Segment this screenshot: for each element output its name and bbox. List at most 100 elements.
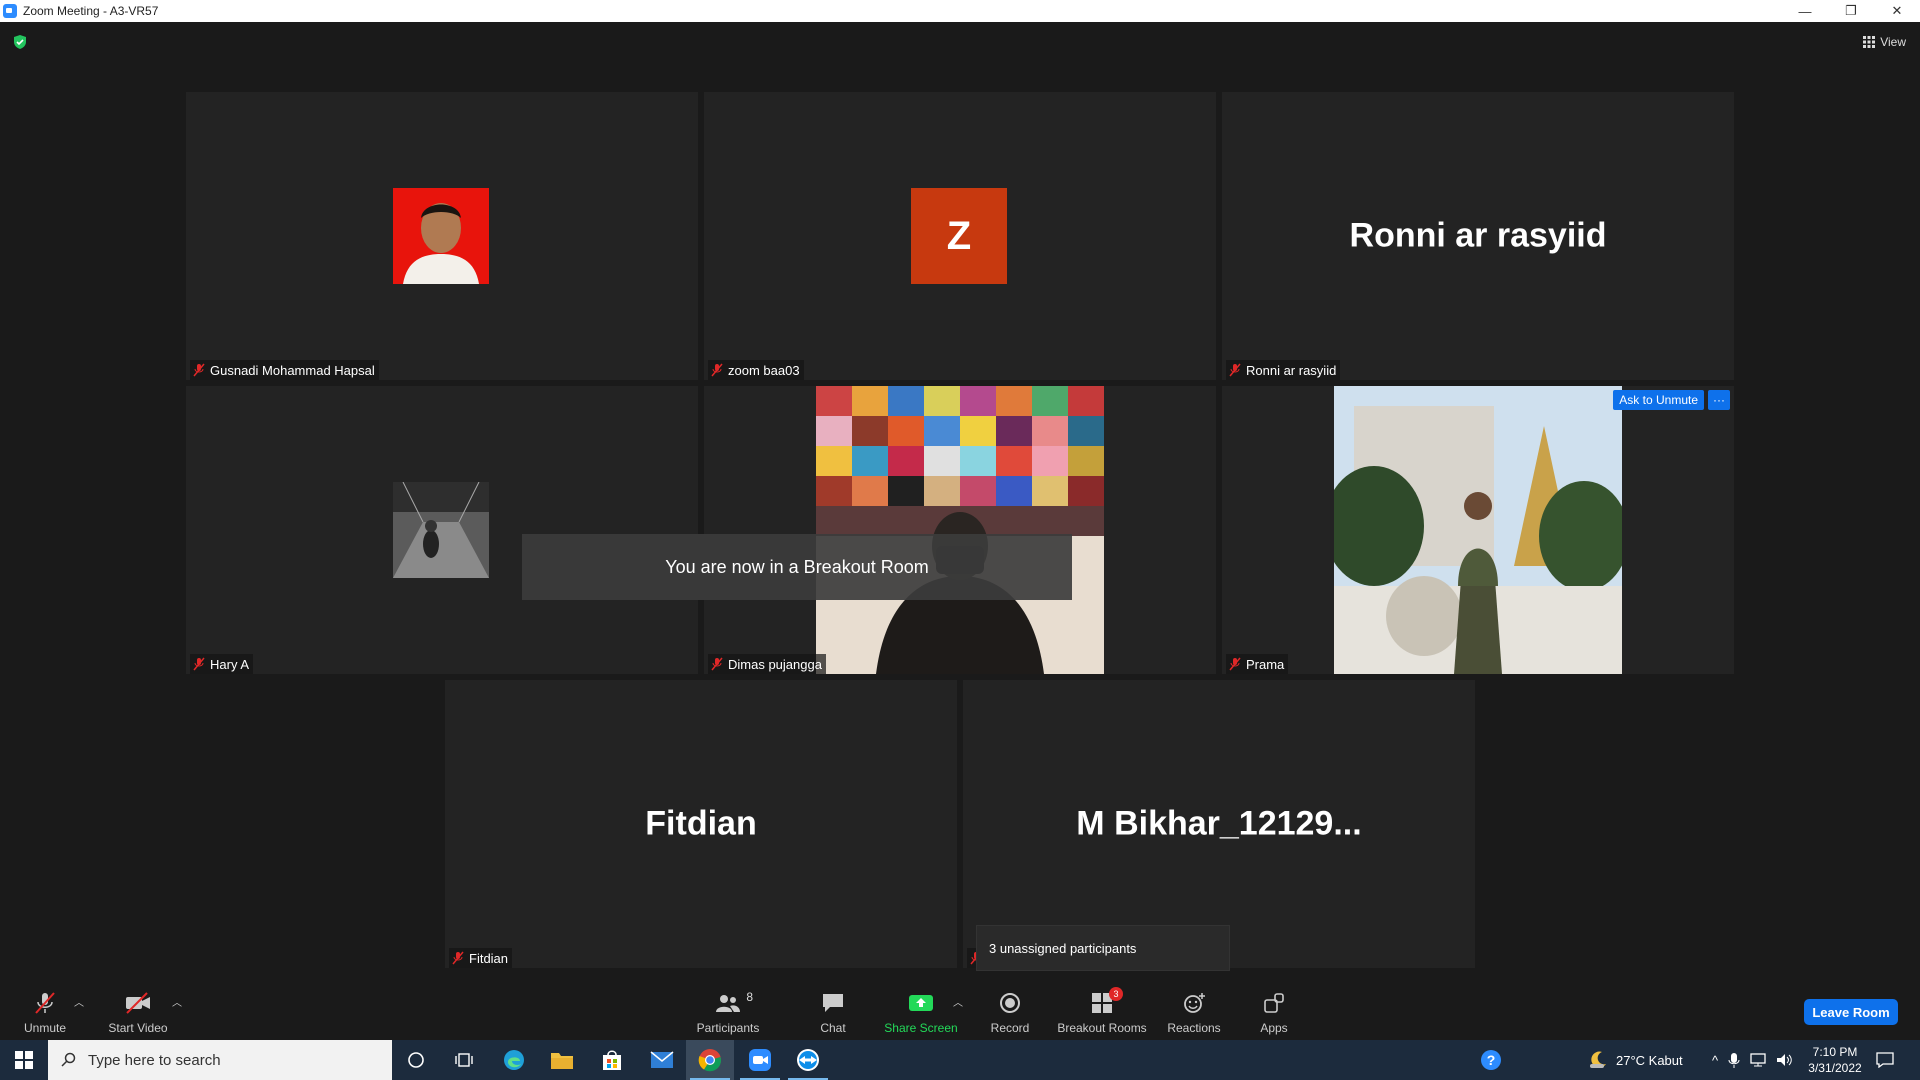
microphone-icon[interactable] [1728, 1052, 1740, 1068]
participant-photo [393, 482, 489, 578]
breakout-rooms-button[interactable]: 3 Breakout Rooms [1057, 987, 1147, 1035]
weather-widget[interactable]: 27°C Kabut [1588, 1040, 1683, 1080]
taskbar-file-explorer[interactable] [538, 1040, 586, 1080]
breakout-room-notification: You are now in a Breakout Room [522, 534, 1072, 600]
restore-button[interactable]: ❐ [1828, 0, 1874, 22]
participant-name: Ronni ar rasyiid [1246, 362, 1337, 378]
muted-mic-icon [193, 657, 205, 671]
close-button[interactable]: ✕ [1874, 0, 1920, 22]
notification-icon [1876, 1052, 1894, 1068]
show-hidden-icons-chevron-icon[interactable]: ^ [1712, 1053, 1718, 1068]
ask-to-unmute-button[interactable]: Ask to Unmute [1613, 390, 1704, 410]
participant-namebar: Ronni ar rasyiid [1226, 360, 1341, 380]
taskbar-edge[interactable] [490, 1040, 538, 1080]
weather-text: 27°C Kabut [1616, 1052, 1683, 1068]
audio-options-caret-icon[interactable]: ︿ [74, 994, 84, 1009]
participant-namebar: Fitdian [449, 948, 513, 968]
leave-room-button[interactable]: Leave Room [1804, 999, 1898, 1025]
record-icon [1000, 993, 1020, 1013]
speaker-icon[interactable] [1776, 1053, 1792, 1067]
participant-tile[interactable]: Gusnadi Mohammad Hapsal [186, 92, 698, 380]
apps-icon [1264, 993, 1284, 1013]
notification-center-button[interactable] [1876, 1040, 1894, 1080]
taskbar-store[interactable] [588, 1040, 636, 1080]
share-screen-label: Share Screen [884, 1021, 958, 1035]
taskbar-search-input[interactable]: Type here to search [48, 1040, 392, 1080]
participant-tile[interactable]: Z zoom baa03 [704, 92, 1216, 380]
minimize-button[interactable]: — [1782, 0, 1828, 22]
participant-namebar: Dimas pujangga [708, 654, 826, 674]
participant-tile[interactable]: Hary A [186, 386, 698, 674]
zoom-app-icon [3, 4, 17, 18]
record-button[interactable]: Record [965, 990, 1055, 1035]
participant-name: Prama [1246, 656, 1285, 672]
reactions-smiley-icon [1184, 993, 1205, 1013]
taskbar-mail[interactable] [638, 1040, 686, 1080]
window-titlebar: Zoom Meeting - A3-VR57 — ❐ ✕ [0, 0, 1920, 22]
clock-date: 3/31/2022 [1808, 1061, 1862, 1075]
unassigned-participants-tooltip: 3 unassigned participants [976, 925, 1230, 971]
cortana-button[interactable] [392, 1040, 440, 1080]
participant-namebar: Prama [1226, 654, 1289, 674]
video-options-caret-icon[interactable]: ︿ [172, 994, 182, 1009]
participants-button[interactable]: 8 Participants [683, 990, 773, 1035]
start-video-label: Start Video [108, 1021, 168, 1035]
muted-mic-icon [711, 363, 723, 377]
participant-photo [393, 188, 489, 284]
search-placeholder: Type here to search [88, 1051, 221, 1069]
participants-label: Participants [696, 1021, 760, 1035]
participant-name: Gusnadi Mohammad Hapsal [210, 362, 375, 378]
more-options-button[interactable]: ··· [1708, 390, 1730, 410]
participant-namebar: Hary A [190, 654, 254, 674]
chat-label: Chat [820, 1021, 846, 1035]
share-screen-icon [909, 995, 933, 1011]
participant-namebar: Gusnadi Mohammad Hapsal [190, 360, 379, 380]
breakout-rooms-label: Breakout Rooms [1057, 1021, 1147, 1035]
grid-icon [1863, 36, 1876, 48]
reactions-button[interactable]: Reactions [1149, 990, 1239, 1035]
view-button[interactable]: View [1863, 32, 1906, 52]
participant-tile[interactable]: Ask to Unmute ··· Prama [1222, 386, 1734, 674]
share-options-caret-icon[interactable]: ︿ [953, 994, 963, 1009]
apps-label: Apps [1260, 1021, 1288, 1035]
participant-name: Dimas pujangga [728, 656, 822, 672]
task-view-button[interactable] [440, 1040, 488, 1080]
system-tray: ^ [1712, 1040, 1792, 1080]
zoom-app-icon [749, 1049, 771, 1071]
search-icon [61, 1052, 76, 1067]
mail-icon [650, 1051, 674, 1068]
muted-mic-icon [452, 951, 464, 965]
meeting-stage: View Gusnadi Mohammad Hapsal Z zoom baa0… [0, 22, 1920, 982]
teamviewer-icon [797, 1049, 819, 1071]
taskbar-teamviewer[interactable] [784, 1040, 832, 1080]
meeting-toolbar: Unmute ︿ Start Video ︿ 8 Participants Ch… [0, 982, 1920, 1040]
taskbar-clock[interactable]: 7:10 PM 3/31/2022 [1800, 1044, 1870, 1076]
view-label: View [1880, 35, 1906, 49]
participant-tile[interactable]: Ronni ar rasyiid Ronni ar rasyiid [1222, 92, 1734, 380]
record-label: Record [990, 1021, 1030, 1035]
video-off-icon [126, 992, 150, 1014]
taskbar-chrome[interactable] [686, 1040, 734, 1080]
start-button[interactable] [0, 1040, 48, 1080]
participant-tile[interactable]: Dimas pujangga [704, 386, 1216, 674]
help-button[interactable]: ? [1480, 1040, 1502, 1080]
muted-mic-icon [711, 657, 723, 671]
participant-namebar: zoom baa03 [708, 360, 804, 380]
participant-video [816, 386, 1104, 674]
reactions-label: Reactions [1167, 1021, 1221, 1035]
network-icon[interactable] [1750, 1053, 1766, 1067]
windows-logo-icon [15, 1051, 33, 1069]
chrome-browser-icon [698, 1049, 722, 1072]
chat-icon [823, 994, 843, 1012]
apps-button[interactable]: Apps [1229, 990, 1319, 1035]
start-video-button[interactable]: Start Video [93, 990, 183, 1035]
participant-tile[interactable]: Fitdian Fitdian [445, 680, 957, 968]
taskbar-zoom[interactable] [736, 1040, 784, 1080]
participant-name: Fitdian [469, 950, 509, 966]
participant-video [1334, 386, 1622, 674]
chat-button[interactable]: Chat [788, 990, 878, 1035]
encryption-shield-icon[interactable] [12, 34, 28, 50]
store-bag-icon [603, 1050, 621, 1070]
unmute-label: Unmute [23, 1021, 67, 1035]
folder-icon [551, 1053, 573, 1069]
